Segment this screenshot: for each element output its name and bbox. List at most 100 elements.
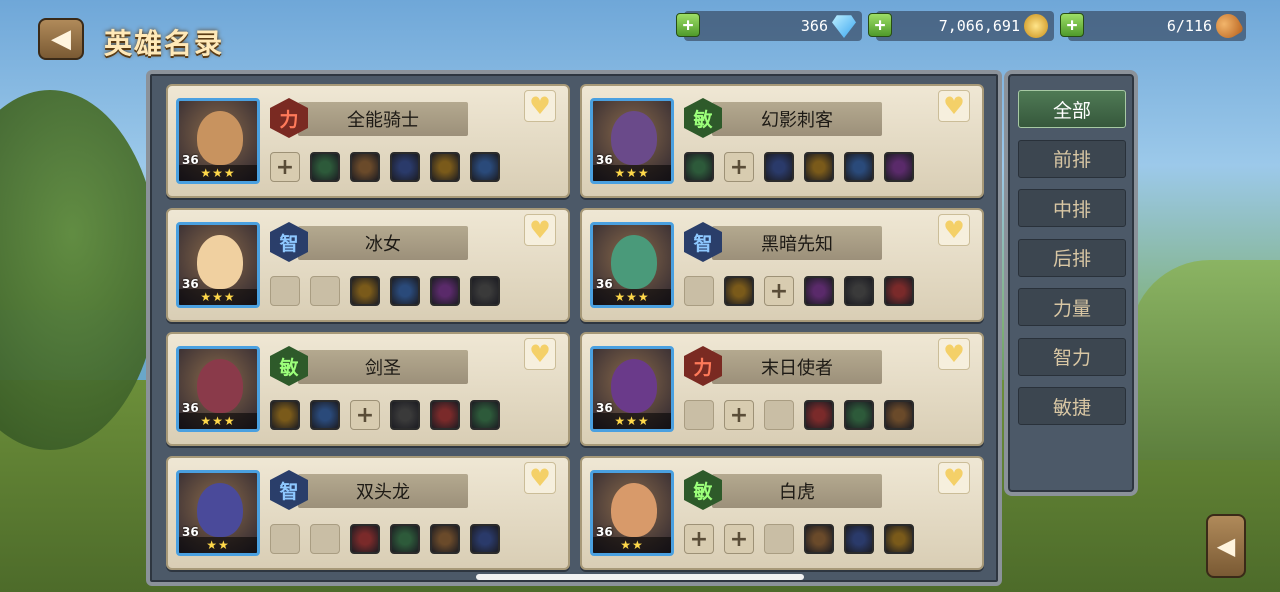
equip-item-icon[interactable] (270, 400, 300, 430)
equip-item-icon[interactable] (350, 276, 380, 306)
equip-slot-add-icon[interactable]: + (724, 400, 754, 430)
hero-portrait[interactable]: 36 ★★★ (590, 222, 674, 308)
equip-item-icon[interactable] (470, 276, 500, 306)
equip-slot-add-icon[interactable]: + (270, 152, 300, 182)
equip-item-icon[interactable] (844, 276, 874, 306)
heart-icon: ♥ (943, 464, 965, 492)
equip-slot-empty[interactable] (310, 276, 340, 306)
equip-item-icon[interactable] (430, 524, 460, 554)
equip-item-icon[interactable] (804, 524, 834, 554)
heart-icon: ♥ (943, 340, 965, 368)
hero-portrait[interactable]: 36 ★★★ (176, 346, 260, 432)
heart-icon: ♥ (943, 216, 965, 244)
equip-item-icon[interactable] (884, 152, 914, 182)
back-button[interactable]: ◀ (38, 18, 84, 60)
equip-item-icon[interactable] (844, 152, 874, 182)
hero-name: 末日使者 (712, 350, 882, 384)
filter-button[interactable]: 后排 (1018, 238, 1126, 277)
equip-item-icon[interactable] (470, 524, 500, 554)
hero-portrait[interactable]: 36 ★★ (176, 470, 260, 556)
equip-slot-empty[interactable] (684, 400, 714, 430)
filter-button[interactable]: 敏捷 (1018, 387, 1126, 425)
equip-item-icon[interactable] (844, 524, 874, 554)
hero-card[interactable]: 36 ★★ 白虎 敏 ♥ + + (580, 456, 984, 570)
filter-button[interactable]: 力量 (1018, 288, 1126, 326)
equip-item-icon[interactable] (430, 400, 460, 430)
gems-counter: + 366 (676, 11, 862, 41)
add-stamina-button[interactable]: + (1060, 13, 1084, 37)
equip-item-icon[interactable] (390, 400, 420, 430)
filter-button[interactable]: 前排 (1018, 139, 1126, 178)
equip-slot-empty[interactable] (764, 524, 794, 554)
hero-list-panel[interactable]: 36 ★★★ 全能骑士 力 ♥ + 36 ★★★ 幻影刺客 敏 ♥ + 36 ★… (146, 70, 1002, 586)
equip-item-icon[interactable] (430, 276, 460, 306)
favorite-button[interactable]: ♥ (524, 214, 556, 246)
filter-panel: 全部前排中排后排力量智力敏捷 (1004, 70, 1138, 496)
equip-item-icon[interactable] (310, 152, 340, 182)
favorite-button[interactable]: ♥ (524, 462, 556, 494)
heart-icon: ♥ (529, 92, 551, 120)
filter-button[interactable]: 中排 (1018, 189, 1126, 227)
favorite-button[interactable]: ♥ (938, 90, 970, 122)
hero-stars: ★★★ (593, 289, 671, 305)
equip-item-icon[interactable] (390, 276, 420, 306)
equip-item-icon[interactable] (724, 276, 754, 306)
equip-item-icon[interactable] (470, 152, 500, 182)
equip-item-icon[interactable] (884, 276, 914, 306)
equipment-row: + (270, 400, 500, 430)
add-gold-button[interactable]: + (868, 13, 892, 37)
hero-portrait[interactable]: 36 ★★★ (176, 98, 260, 184)
equip-item-icon[interactable] (804, 152, 834, 182)
equip-item-icon[interactable] (390, 524, 420, 554)
hero-card[interactable]: 36 ★★ 双头龙 智 ♥ (166, 456, 570, 570)
equip-item-icon[interactable] (884, 524, 914, 554)
equip-slot-empty[interactable] (270, 524, 300, 554)
equip-slot-add-icon[interactable]: + (764, 276, 794, 306)
favorite-button[interactable]: ♥ (938, 214, 970, 246)
equip-slot-add-icon[interactable]: + (350, 400, 380, 430)
hero-stars: ★★★ (179, 413, 257, 429)
equip-slot-add-icon[interactable]: + (724, 524, 754, 554)
add-gems-button[interactable]: + (676, 13, 700, 37)
hero-card[interactable]: 36 ★★★ 黑暗先知 智 ♥ + (580, 208, 984, 322)
page-title: 英雄名录 (104, 27, 225, 60)
hero-card[interactable]: 36 ★★★ 剑圣 敏 ♥ + (166, 332, 570, 446)
hero-portrait[interactable]: 36 ★★★ (590, 346, 674, 432)
equip-slot-empty[interactable] (764, 400, 794, 430)
hero-card[interactable]: 36 ★★★ 幻影刺客 敏 ♥ + (580, 84, 984, 198)
hero-portrait[interactable]: 36 ★★★ (176, 222, 260, 308)
favorite-button[interactable]: ♥ (524, 338, 556, 370)
stamina-counter: + 6/116 (1060, 9, 1246, 43)
hero-portrait[interactable]: 36 ★★★ (590, 98, 674, 184)
equip-slot-add-icon[interactable]: + (724, 152, 754, 182)
equip-item-icon[interactable] (804, 400, 834, 430)
hero-card[interactable]: 36 ★★★ 全能骑士 力 ♥ + (166, 84, 570, 198)
equip-slot-empty[interactable] (310, 524, 340, 554)
heart-icon: ♥ (943, 92, 965, 120)
favorite-button[interactable]: ♥ (524, 90, 556, 122)
hero-card[interactable]: 36 ★★★ 末日使者 力 ♥ + (580, 332, 984, 446)
equip-item-icon[interactable] (430, 152, 460, 182)
collapse-button[interactable]: ◀ (1206, 514, 1246, 578)
equip-item-icon[interactable] (350, 152, 380, 182)
equip-slot-empty[interactable] (270, 276, 300, 306)
equip-item-icon[interactable] (470, 400, 500, 430)
hero-card[interactable]: 36 ★★★ 冰女 智 ♥ (166, 208, 570, 322)
filter-button[interactable]: 全部 (1018, 90, 1126, 128)
favorite-button[interactable]: ♥ (938, 338, 970, 370)
equip-item-icon[interactable] (350, 524, 380, 554)
heart-icon: ♥ (529, 216, 551, 244)
filter-button[interactable]: 智力 (1018, 337, 1126, 376)
equip-item-icon[interactable] (764, 152, 794, 182)
hero-portrait[interactable]: 36 ★★ (590, 470, 674, 556)
equip-slot-empty[interactable] (684, 276, 714, 306)
equip-item-icon[interactable] (684, 152, 714, 182)
equip-item-icon[interactable] (390, 152, 420, 182)
equip-slot-add-icon[interactable]: + (684, 524, 714, 554)
equip-item-icon[interactable] (884, 400, 914, 430)
equip-item-icon[interactable] (844, 400, 874, 430)
favorite-button[interactable]: ♥ (938, 462, 970, 494)
equip-item-icon[interactable] (804, 276, 834, 306)
hero-avatar (611, 359, 657, 413)
equip-item-icon[interactable] (310, 400, 340, 430)
